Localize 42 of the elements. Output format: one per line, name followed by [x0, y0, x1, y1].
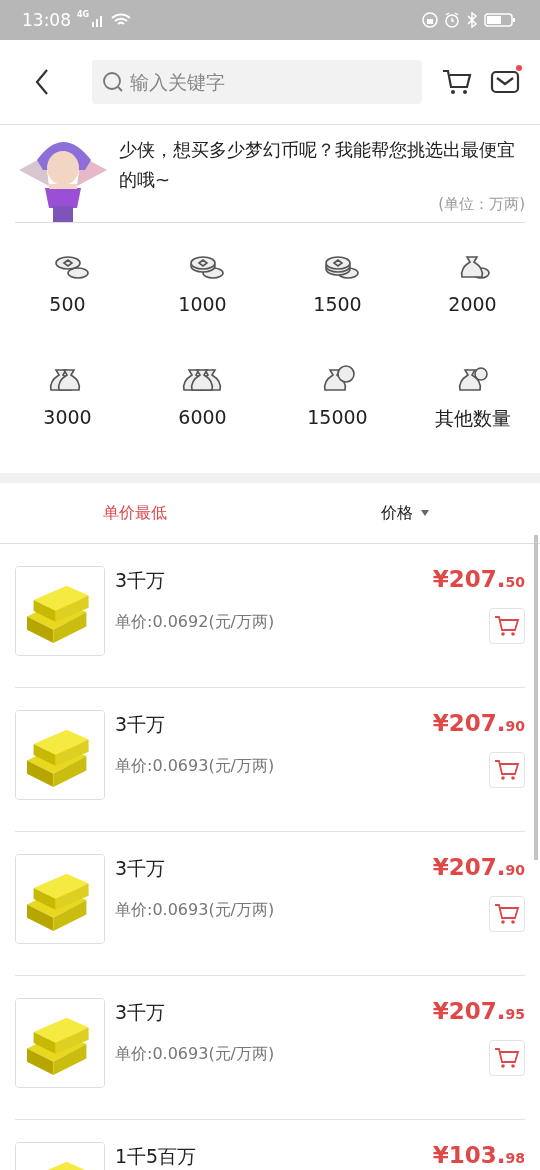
- unit-price: 单价:0.0693(元/万两): [115, 900, 276, 921]
- add-to-cart-button[interactable]: [489, 896, 525, 932]
- alarm-icon: [444, 12, 460, 28]
- amount-option[interactable]: 1000: [135, 241, 270, 354]
- unit-price: 单价:0.0693(元/万两): [115, 1044, 276, 1065]
- add-to-cart-button[interactable]: [489, 608, 525, 644]
- unit-price: 单价:0.0693(元/万两): [115, 756, 276, 777]
- price: ¥207.50: [432, 566, 525, 592]
- item-title: 3千万: [115, 1000, 167, 1025]
- amount-option[interactable]: 6000: [135, 354, 270, 467]
- item-title: 1千5百万: [115, 1144, 198, 1169]
- amount-option[interactable]: 500: [0, 241, 135, 354]
- amount-option[interactable]: 3000: [0, 354, 135, 467]
- add-to-cart-button[interactable]: [489, 1040, 525, 1076]
- unit-price: 单价:0.0692(元/万两): [115, 612, 276, 633]
- search-field[interactable]: 输入关键字: [92, 60, 422, 104]
- amount-option[interactable]: 15000: [270, 354, 405, 467]
- wifi-icon: [111, 12, 132, 28]
- clock-time: 13:08: [22, 10, 71, 30]
- sort-tab[interactable]: 单价最低: [0, 483, 270, 543]
- item-title: 3千万: [115, 856, 167, 881]
- lock-rotation-icon: [422, 12, 438, 28]
- item-title: 3千万: [115, 568, 167, 593]
- price: ¥207.90: [432, 854, 525, 880]
- add-to-cart-button[interactable]: [489, 752, 525, 788]
- bluetooth-icon: [466, 12, 478, 28]
- battery-icon: [484, 12, 516, 28]
- cart-icon: [494, 758, 520, 782]
- amount-option[interactable]: 其他数量: [405, 354, 540, 467]
- search-icon: [102, 71, 124, 93]
- unit-note: (单位：万两): [438, 194, 525, 213]
- price: ¥103.98: [432, 1142, 525, 1168]
- price: ¥207.95: [432, 998, 525, 1024]
- cart-icon: [494, 902, 520, 926]
- price: ¥207.90: [432, 710, 525, 736]
- amount-option[interactable]: 2000: [405, 241, 540, 354]
- amount-option[interactable]: 1500: [270, 241, 405, 354]
- cart-icon: [494, 1046, 520, 1070]
- item-title: 3千万: [115, 712, 167, 737]
- cart-icon: [494, 614, 520, 638]
- network-type: 4G: [77, 10, 90, 19]
- intro-message: 少侠，想买多少梦幻币呢？我能帮您挑选出最便宜的哦~: [119, 137, 516, 192]
